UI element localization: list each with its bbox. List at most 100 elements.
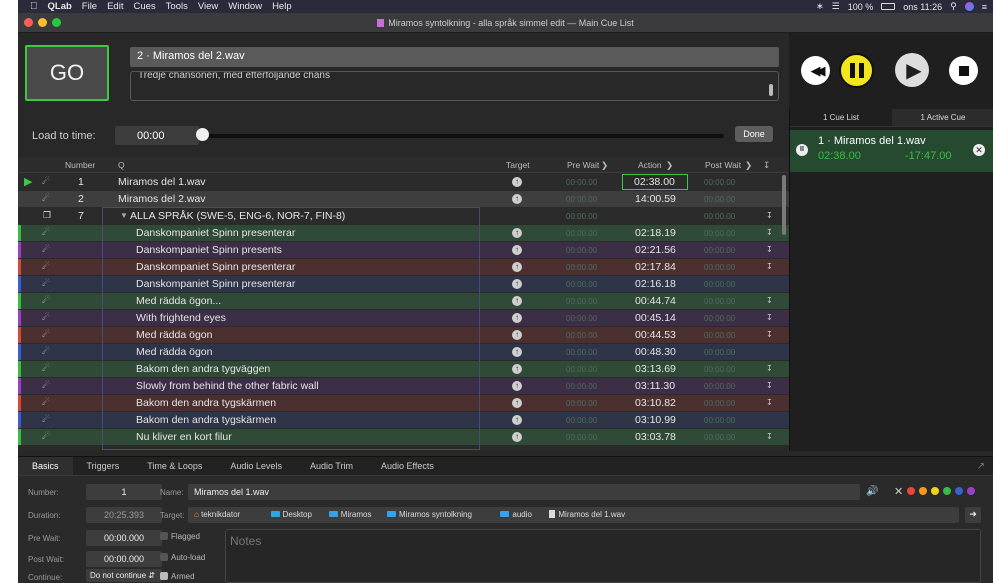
tab-audio-levels[interactable]: Audio Levels xyxy=(216,457,296,475)
target-icon[interactable]: ↑ xyxy=(512,330,522,340)
disclosure-icon[interactable]: ▼ xyxy=(120,211,128,220)
menu-edit[interactable]: Edit xyxy=(107,1,123,12)
go-button[interactable]: GO xyxy=(25,45,109,101)
target-icon[interactable]: ↑ xyxy=(512,398,522,408)
tab-triggers[interactable]: Triggers xyxy=(73,457,134,475)
bluetooth-icon[interactable]: ∗ xyxy=(816,1,824,12)
tab-audio-trim[interactable]: Audio Trim xyxy=(296,457,367,475)
cue-row[interactable]: ☄ Danskompaniet Spinn presenterar ↑ 00:00.0… xyxy=(18,225,789,241)
number-field[interactable]: 1 xyxy=(86,484,162,500)
target-icon[interactable]: ↑ xyxy=(512,177,522,187)
done-button[interactable]: Done xyxy=(735,126,773,142)
load-to-time-knob[interactable] xyxy=(196,128,209,141)
target-icon[interactable]: ↑ xyxy=(512,262,522,272)
col-postwait[interactable]: Post Wait xyxy=(705,160,741,170)
col-target[interactable]: Target xyxy=(506,160,530,170)
menu-cues[interactable]: Cues xyxy=(133,1,155,12)
siri-icon[interactable] xyxy=(964,2,974,11)
standby-cue-name[interactable]: 2 · Miramos del 2.wav xyxy=(130,47,779,67)
pause-all-button[interactable] xyxy=(839,53,874,88)
active-stop-icon[interactable]: ✕ xyxy=(973,144,985,156)
expand-inspector-icon[interactable]: ↗ xyxy=(977,461,985,472)
col-action[interactable]: Action xyxy=(638,160,662,170)
target-icon[interactable]: ↑ xyxy=(512,381,522,391)
close-window-button[interactable] xyxy=(24,18,33,27)
target-icon[interactable]: ↑ xyxy=(512,313,522,323)
zoom-window-button[interactable] xyxy=(52,18,61,27)
minimize-window-button[interactable] xyxy=(38,18,47,27)
autoload-checkbox[interactable]: Auto-load xyxy=(160,553,205,562)
load-to-time-field[interactable]: 00:00 xyxy=(115,126,199,145)
cue-row[interactable]: ☄ Med rädda ögon ↑ 00:00.00 00:48.30 00:00.00 xyxy=(18,344,789,360)
col-number[interactable]: Number xyxy=(65,160,95,170)
battery-icon[interactable] xyxy=(881,3,896,10)
tab-active-cues[interactable]: 1 Active Cue xyxy=(892,109,993,127)
target-icon[interactable]: ↑ xyxy=(512,364,522,374)
cue-row[interactable]: ☄ With frightend eyes ↑ 00:00.00 00:45.14 00:… xyxy=(18,310,789,326)
menubar-clock[interactable]: ons 11:26 xyxy=(903,2,942,12)
active-pause-icon[interactable]: II xyxy=(796,144,808,156)
cue-row[interactable]: ▶ ☄ 1 Miramos del 1.wav ↑ 00:00.00 02:38.00 00:… xyxy=(18,174,789,190)
prewait-field[interactable]: 00:00.000 xyxy=(86,530,162,546)
load-to-time-slider[interactable] xyxy=(202,134,724,138)
target-icon[interactable]: ↑ xyxy=(512,415,522,425)
control-center-icon[interactable]: ≡ xyxy=(982,2,987,12)
target-icon[interactable]: ↑ xyxy=(512,245,522,255)
color-swatch[interactable] xyxy=(967,487,975,495)
standby-cue-notes[interactable]: Tredje chansonen, med efterföljande chan… xyxy=(130,71,779,101)
cue-row[interactable]: ☄ Bakom den andra tygskärmen ↑ 00:00.00 03:1… xyxy=(18,412,789,428)
cue-row[interactable]: ❐ ▼ 7 ALLA SPRÅK (SWE-5, ENG-6, NOR-7, FIN-… xyxy=(18,208,789,224)
menu-app[interactable]: QLab xyxy=(48,1,72,12)
rewind-button[interactable]: ◀◀ xyxy=(801,56,830,85)
search-icon[interactable]: ⚲ xyxy=(950,1,957,12)
battery-percent[interactable]: 100 % xyxy=(848,2,874,12)
color-swatch[interactable] xyxy=(907,487,915,495)
stop-all-button[interactable] xyxy=(949,56,978,85)
notes-field[interactable]: Notes xyxy=(225,529,981,583)
target-path-field[interactable]: ⌂ teknikdator Desktop Miramos Miramos synto… xyxy=(188,507,959,523)
target-icon[interactable]: ↑ xyxy=(512,432,522,442)
menu-file[interactable]: File xyxy=(82,1,97,12)
color-swatch[interactable] xyxy=(943,487,951,495)
cue-row[interactable]: ☄ Danskompaniet Spinn presenterar ↑ 00:00.0… xyxy=(18,276,789,292)
apple-icon[interactable]:  xyxy=(30,1,38,12)
menu-help[interactable]: Help xyxy=(272,1,292,12)
tab-time-loops[interactable]: Time & Loops xyxy=(133,457,216,475)
menu-window[interactable]: Window xyxy=(228,1,262,12)
menu-view[interactable]: View xyxy=(198,1,218,12)
target-icon[interactable]: ↑ xyxy=(512,228,522,238)
cue-row[interactable]: ☄ Slowly from behind the other fabric wal… xyxy=(18,378,789,394)
continue-select[interactable]: Do not continue ⇵ xyxy=(86,569,162,582)
color-swatch[interactable] xyxy=(919,487,927,495)
tab-basics[interactable]: Basics xyxy=(18,457,73,475)
wifi-icon[interactable]: ☰ xyxy=(832,1,840,12)
tab-audio-effects[interactable]: Audio Effects xyxy=(367,457,448,475)
cue-list-scrollbar[interactable] xyxy=(782,175,786,235)
cue-row[interactable]: ☄ Med rädda ögon... ↑ 00:00.00 00:44.74 00:00… xyxy=(18,293,789,309)
target-icon[interactable]: ↑ xyxy=(512,279,522,289)
flagged-checkbox[interactable]: Flagged xyxy=(160,532,200,541)
col-q[interactable]: Q xyxy=(118,160,125,170)
cue-row[interactable]: ☄ Nu kliver en kort filur ↑ 00:00.00 03:03.7… xyxy=(18,429,789,445)
target-icon[interactable]: ↑ xyxy=(512,194,522,204)
cue-row[interactable]: ☄ Bakom den andra tygväggen ↑ 00:00.00 03:13… xyxy=(18,361,789,377)
col-prewait[interactable]: Pre Wait xyxy=(567,160,599,170)
color-swatch[interactable] xyxy=(931,487,939,495)
target-icon[interactable]: ↑ xyxy=(512,296,522,306)
clear-color-icon[interactable]: ✕ xyxy=(894,485,903,498)
cue-row[interactable]: ☄ Danskompaniet Spinn presents ↑ 00:00.00 02… xyxy=(18,242,789,258)
name-field[interactable]: Miramos del 1.wav xyxy=(188,484,860,500)
target-icon[interactable]: ↑ xyxy=(512,347,522,357)
menu-tools[interactable]: Tools xyxy=(166,1,188,12)
cue-row[interactable]: ☄ Danskompaniet Spinn presenterar ↑ 00:00.0… xyxy=(18,259,789,275)
armed-checkbox[interactable]: Armed xyxy=(160,572,195,581)
postwait-field[interactable]: 00:00.000 xyxy=(86,551,162,567)
cue-row[interactable]: ☄ Med rädda ögon ↑ 00:00.00 00:44.53 00:00.00… xyxy=(18,327,789,343)
reveal-target-button[interactable]: ➜ xyxy=(965,507,981,523)
resume-button[interactable]: ▶ xyxy=(895,53,929,87)
tab-cue-lists[interactable]: 1 Cue List xyxy=(790,109,892,127)
color-swatch[interactable] xyxy=(955,487,963,495)
cue-row[interactable]: ☄ 2 Miramos del 2.wav ↑ 00:00.00 14:00.59 00:0… xyxy=(18,191,789,207)
cue-row[interactable]: ☄ Bakom den andra tygskärmen ↑ 00:00.00 03:1… xyxy=(18,395,789,411)
active-cue-item[interactable]: II 1 · Miramos del 1.wav 02:38.00 -17:47… xyxy=(790,130,993,172)
